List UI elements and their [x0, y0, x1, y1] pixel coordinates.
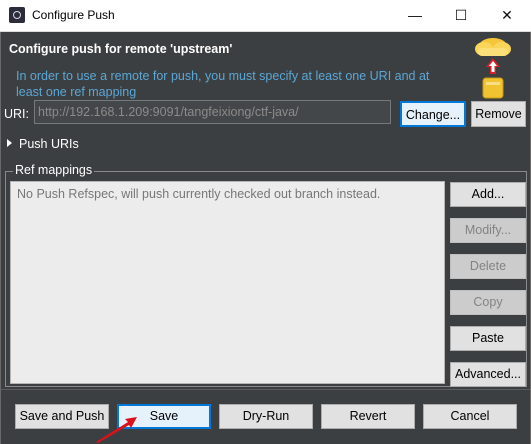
push-uris-toggle[interactable]: Push URIs — [7, 137, 79, 151]
cloud-push-icon — [475, 38, 511, 99]
eclipse-app-icon — [9, 7, 25, 23]
footer-divider — [1, 389, 530, 390]
expand-triangle-icon — [7, 139, 12, 147]
change-uri-button[interactable]: Change... — [400, 101, 466, 127]
refspec-list[interactable]: No Push Refspec, will push currently che… — [10, 181, 445, 384]
cancel-button[interactable]: Cancel — [423, 404, 517, 429]
minimize-button[interactable]: — — [392, 0, 438, 31]
push-uris-label: Push URIs — [19, 137, 79, 151]
dry-run-button[interactable]: Dry-Run — [219, 404, 313, 429]
advanced-button[interactable]: Advanced... — [450, 362, 526, 387]
dialog-body: Configure push for remote 'upstream' In … — [0, 32, 531, 444]
window-title: Configure Push — [32, 8, 115, 22]
uri-field[interactable]: http://192.168.1.209:9091/tangfeixiong/c… — [34, 100, 391, 124]
remove-uri-button[interactable]: Remove — [471, 101, 526, 127]
delete-refspec-button[interactable]: Delete — [450, 254, 526, 279]
uri-label: URI: — [4, 107, 29, 121]
title-bar: Configure Push — ☐ ✕ — [0, 0, 531, 32]
maximize-button[interactable]: ☐ — [438, 0, 484, 31]
add-refspec-button[interactable]: Add... — [450, 182, 526, 207]
red-arrow-annotation-icon — [96, 417, 137, 443]
ref-mappings-group: Ref mappings No Push Refspec, will push … — [5, 163, 527, 387]
ref-mappings-label: Ref mappings — [13, 163, 95, 177]
copy-refspec-button[interactable]: Copy — [450, 290, 526, 315]
close-button[interactable]: ✕ — [484, 0, 530, 31]
dialog-description: In order to use a remote for push, you m… — [16, 69, 430, 99]
revert-button[interactable]: Revert — [321, 404, 415, 429]
paste-refspec-button[interactable]: Paste — [450, 326, 526, 351]
modify-refspec-button[interactable]: Modify... — [450, 218, 526, 243]
dialog-heading: Configure push for remote 'upstream' — [9, 42, 233, 56]
empty-refspec-message: No Push Refspec, will push currently che… — [17, 187, 381, 201]
